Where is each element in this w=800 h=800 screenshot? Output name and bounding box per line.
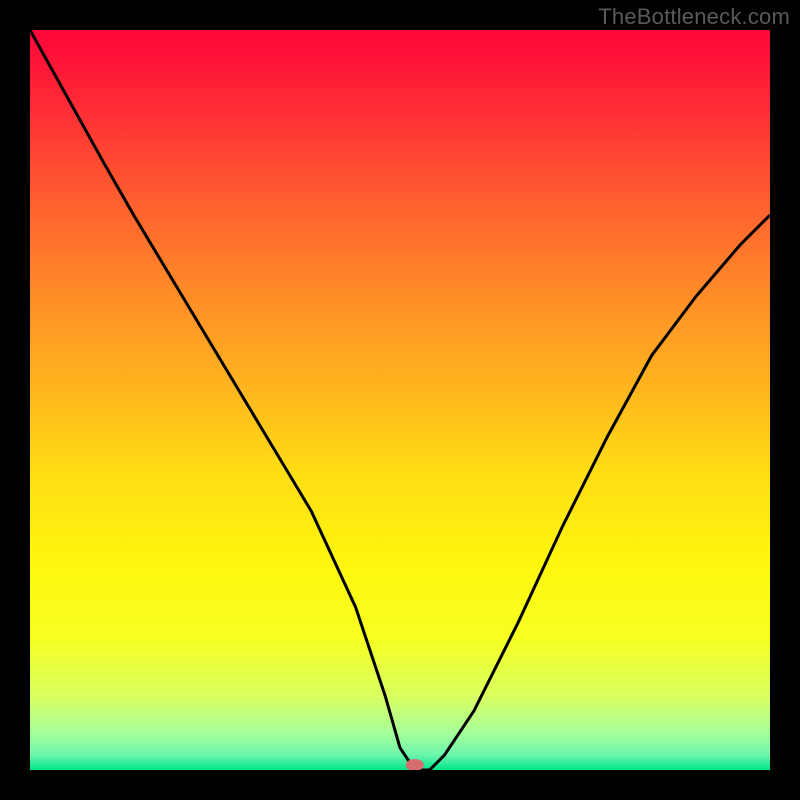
plot-area xyxy=(30,30,770,770)
chart-svg xyxy=(30,30,770,770)
chart-frame: TheBottleneck.com xyxy=(0,0,800,800)
gradient-background xyxy=(30,30,770,770)
watermark-text: TheBottleneck.com xyxy=(598,4,790,30)
